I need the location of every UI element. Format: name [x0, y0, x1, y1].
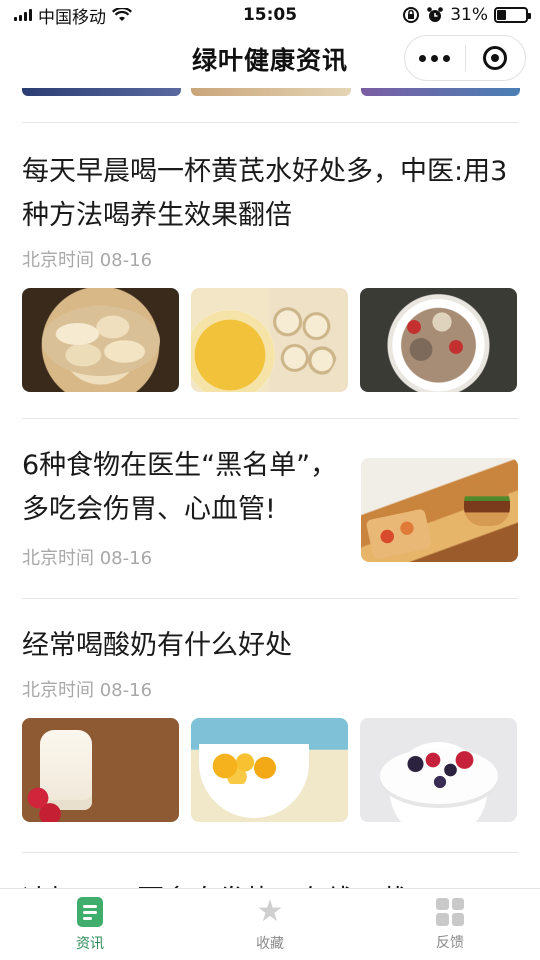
- close-target-icon: [483, 46, 508, 70]
- article-time: 北京时间 08-16: [22, 250, 153, 271]
- article-card[interactable]: 6种食物在医生“黑名单”，多吃会伤胃、心血管! 北京时间 08-16: [22, 444, 518, 570]
- astragalus-slices-image: [22, 288, 179, 392]
- tab-bar: 资讯 ★ 收藏 反馈: [0, 888, 540, 960]
- article-title: 6种食物在医生“黑名单”，多吃会伤胃、心血管!: [22, 450, 338, 525]
- page-title: 绿叶健康资讯: [191, 46, 348, 75]
- yogurt-mango-image: [191, 718, 348, 822]
- herbal-soup-image: [360, 288, 517, 392]
- article-time: 北京时间 08-16: [22, 680, 153, 701]
- junk-food-image: [361, 458, 518, 562]
- article-title: 经常喝酸奶有什么好处: [22, 630, 292, 661]
- feedback-icon: [436, 897, 464, 926]
- status-left: 中国移动: [14, 3, 132, 28]
- star-icon: ★: [256, 893, 284, 929]
- article-card[interactable]: 每天早晨喝一杯黄芪水好处多，中医:用3种方法喝养生效果翻倍 北京时间 08-16: [22, 150, 518, 392]
- carrier-name: 中国移动: [38, 7, 106, 28]
- previous-image: [360, 88, 520, 96]
- more-dot-icon: [443, 54, 451, 62]
- article-thumbnails: [22, 288, 518, 392]
- battery-fill: [497, 10, 506, 20]
- previous-image: [22, 88, 182, 96]
- alarm-icon: [427, 7, 444, 22]
- yogurt-jar-image: [22, 718, 179, 822]
- tab-favorites[interactable]: ★ 收藏: [180, 889, 360, 960]
- article-feed[interactable]: 每天早晨喝一杯黄芪水好处多，中医:用3种方法喝养生效果翻倍 北京时间 08-16…: [0, 88, 540, 888]
- next-article-title[interactable]: 速扫1-12票多自发热，在线下载: [22, 878, 407, 888]
- mini-program-capsule: [404, 35, 526, 81]
- divider: [22, 122, 518, 123]
- news-icon: [77, 896, 103, 927]
- close-button[interactable]: [466, 36, 526, 80]
- wifi-icon: [112, 8, 132, 21]
- orientation-lock-icon: [403, 7, 420, 23]
- previous-article-images: [22, 88, 520, 96]
- tab-feedback[interactable]: 反馈: [360, 889, 540, 960]
- status-right: 31%: [402, 5, 531, 25]
- nav-bar: 绿叶健康资讯: [0, 30, 540, 88]
- status-bar: 中国移动 15:05 31%: [0, 0, 540, 30]
- more-dot-icon: [419, 54, 427, 62]
- signal-icon: [14, 9, 32, 21]
- tab-label: 资讯: [76, 935, 104, 952]
- article-card[interactable]: 经常喝酸奶有什么好处 北京时间 08-16: [22, 624, 518, 822]
- divider: [22, 598, 518, 599]
- battery-icon: [494, 7, 531, 23]
- article-thumbnails: [22, 718, 518, 822]
- article-time: 北京时间 08-16: [22, 548, 153, 569]
- yogurt-berries-image: [360, 718, 517, 822]
- herbal-tea-image: [191, 288, 348, 392]
- more-dot-icon: [431, 54, 439, 62]
- tab-news[interactable]: 资讯: [0, 889, 180, 960]
- battery-percent: 31%: [450, 5, 488, 25]
- tab-label: 收藏: [256, 935, 284, 952]
- tab-label: 反馈: [436, 934, 464, 951]
- previous-image: [191, 88, 351, 96]
- more-button[interactable]: [405, 36, 465, 80]
- divider: [22, 418, 518, 419]
- article-title: 每天早晨喝一杯黄芪水好处多，中医:用3种方法喝养生效果翻倍: [22, 156, 508, 231]
- divider: [22, 852, 518, 853]
